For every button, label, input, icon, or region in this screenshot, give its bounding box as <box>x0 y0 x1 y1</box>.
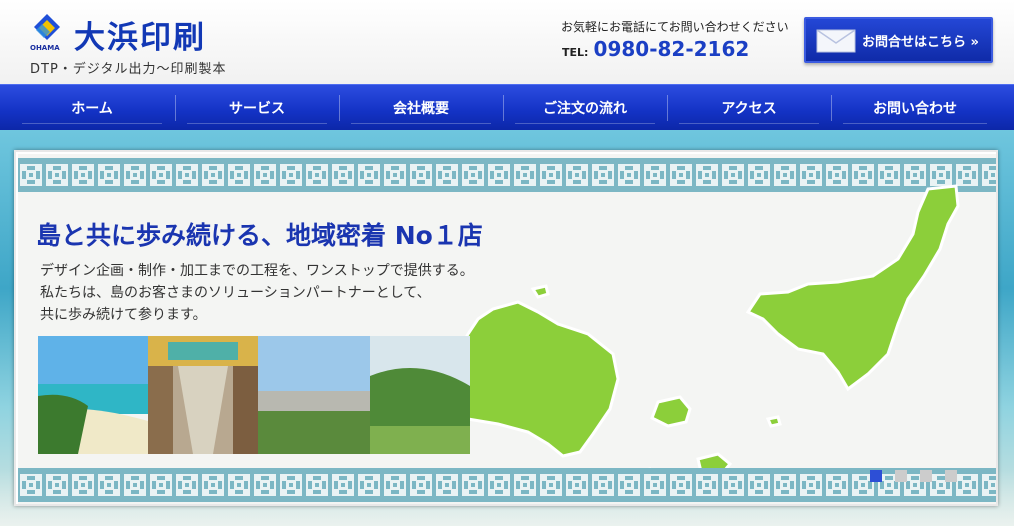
logo-title[interactable]: 大浜印刷 <box>74 12 206 57</box>
inquiry-button[interactable]: お問合せはこちら » <box>804 17 993 63</box>
hero-slide: 島と共に歩み続ける、地域密着 No１店 デザイン企画・制作・加工までの工程を、ワ… <box>18 154 996 504</box>
shopping-arcade-photo <box>148 336 258 454</box>
nav-item-company[interactable]: 会社概要 <box>343 85 499 131</box>
nav-underline <box>351 123 491 124</box>
nav-underline <box>22 123 162 124</box>
nav-underline <box>843 123 987 124</box>
tel-number[interactable]: 0980-82-2162 <box>594 37 750 61</box>
logo-tagline: DTP・デジタル出力〜印刷製本 <box>30 62 227 77</box>
phone-block: TEL: 0980-82-2162 <box>562 37 749 61</box>
beach-photo <box>38 336 148 454</box>
nav-item-label: お問い合わせ <box>873 101 957 117</box>
site-header: OHAMA 大浜印刷 DTP・デジタル出力〜印刷製本 お気軽にお電話にてお問い合… <box>0 0 1014 84</box>
nav-underline <box>679 123 819 124</box>
nav-item-label: アクセス <box>721 101 777 117</box>
contact-note: お気軽にお電話にてお問い合わせください <box>561 20 789 34</box>
slide-dot-2[interactable] <box>895 470 907 482</box>
nav-item-label: サービス <box>229 101 285 117</box>
nav-item-contact[interactable]: お問い合わせ <box>835 85 995 131</box>
envelope-icon <box>816 29 856 53</box>
pattern-band-bottom <box>18 468 996 502</box>
hero-headline: 島と共に歩み続ける、地域密着 No１店 <box>36 221 483 250</box>
nav-item-access[interactable]: アクセス <box>671 85 827 131</box>
hero-slider: 島と共に歩み続ける、地域密着 No１店 デザイン企画・制作・加工までの工程を、ワ… <box>14 150 998 506</box>
slide-dot-3[interactable] <box>920 470 932 482</box>
main-nav: ホーム サービス 会社概要 ご注文の流れ アクセス お問い合わせ <box>0 84 1014 130</box>
nav-item-home[interactable]: ホーム <box>14 85 170 131</box>
nav-divider <box>831 95 832 121</box>
nav-item-label: ホーム <box>71 101 113 117</box>
tel-prefix: TEL: <box>562 46 589 59</box>
hero-description-line: 共に歩み続けて参ります。 <box>40 307 207 323</box>
nav-item-label: ご注文の流れ <box>543 101 627 117</box>
nav-item-order-flow[interactable]: ご注文の流れ <box>507 85 663 131</box>
nav-divider <box>503 95 504 121</box>
pattern-band-bottom-art <box>18 468 996 502</box>
hero-description-line: デザイン企画・制作・加工までの工程を、ワンストップで提供する。 <box>40 263 474 279</box>
inquiry-button-label: お問合せはこちら » <box>862 35 979 50</box>
nav-underline <box>187 123 327 124</box>
nav-item-services[interactable]: サービス <box>179 85 335 131</box>
hero-description-line: 私たちは、島のお客さまのソリューションパートナーとして、 <box>40 285 431 301</box>
slider-pagination <box>870 470 957 482</box>
nav-underline <box>515 123 655 124</box>
coastline-photo <box>370 336 470 454</box>
slide-dot-1[interactable] <box>870 470 882 482</box>
nav-divider <box>175 95 176 121</box>
slide-dot-4[interactable] <box>945 470 957 482</box>
nav-divider <box>339 95 340 121</box>
town-view-photo <box>258 336 370 454</box>
nav-divider <box>667 95 668 121</box>
logo-sub-text: OHAMA <box>30 44 60 52</box>
nav-item-label: 会社概要 <box>393 101 449 117</box>
